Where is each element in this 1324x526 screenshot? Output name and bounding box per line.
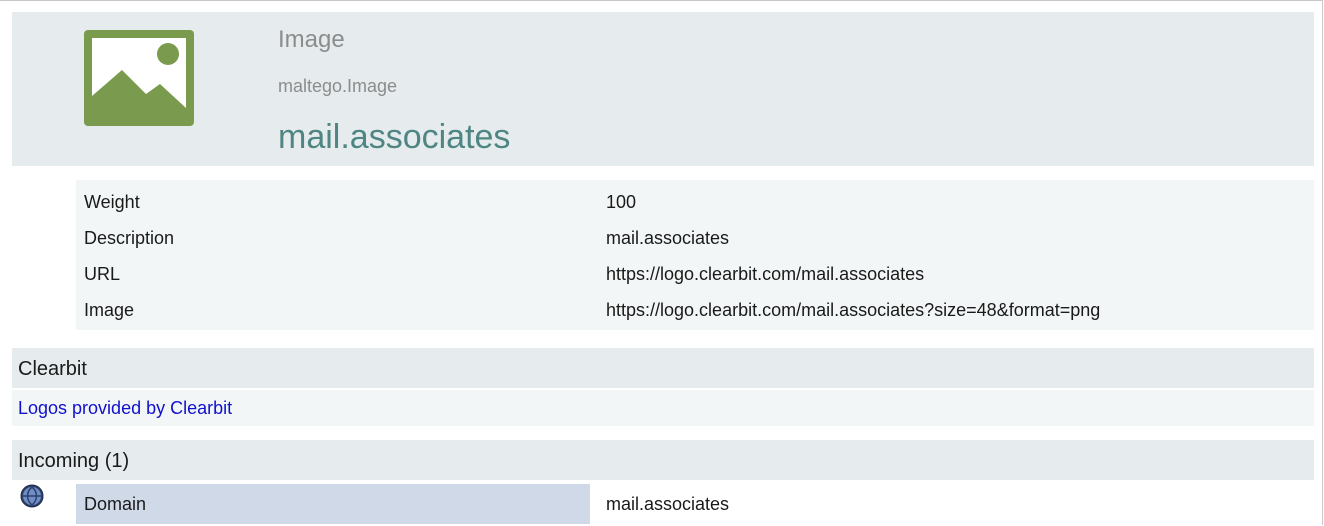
incoming-section-title: Incoming (1) (18, 450, 130, 472)
property-row: Description mail.associates (76, 220, 1314, 256)
properties-table: Weight 100 Description mail.associates U… (76, 180, 1314, 330)
clearbit-attribution-link[interactable]: Logos provided by Clearbit (18, 398, 232, 419)
entity-header (12, 12, 1314, 166)
property-value: mail.associates (606, 228, 730, 248)
clearbit-section-header: Clearbit (12, 348, 1314, 388)
property-key: Weight (84, 192, 140, 212)
property-value: https://logo.clearbit.com/mail.associate… (606, 300, 1101, 320)
incoming-type: Domain (84, 494, 147, 514)
property-value: https://logo.clearbit.com/mail.associate… (606, 264, 925, 284)
clearbit-section-title: Clearbit (18, 358, 87, 380)
incoming-type-cell: Domain (76, 484, 590, 524)
property-key: Image (84, 300, 135, 320)
property-value: 100 (606, 192, 637, 212)
property-row: URL https://logo.clearbit.com/mail.assoc… (76, 256, 1314, 292)
incoming-value: mail.associates (606, 494, 730, 514)
property-row: Image https://logo.clearbit.com/mail.ass… (76, 292, 1314, 328)
image-placeholder-icon (84, 30, 194, 126)
property-row: Weight 100 (76, 184, 1314, 220)
incoming-section-header: Incoming (1) (12, 440, 1314, 480)
entity-value: mail.associates (278, 118, 511, 156)
entity-type: Image (278, 26, 345, 53)
property-key: Description (84, 228, 175, 248)
property-key: URL (84, 264, 121, 284)
entity-class: maltego.Image (278, 76, 398, 96)
incoming-item[interactable]: Domain mail.associates (12, 484, 1314, 524)
clearbit-section-body: Logos provided by Clearbit (12, 390, 1314, 426)
globe-icon (20, 484, 44, 508)
